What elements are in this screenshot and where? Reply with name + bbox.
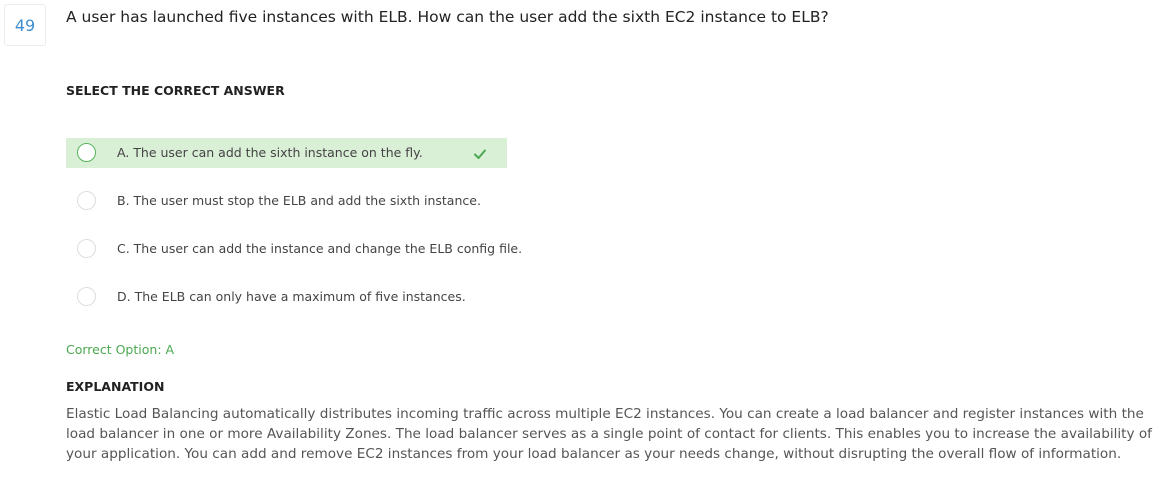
- answer-option-a[interactable]: A. The user can add the sixth instance o…: [66, 138, 507, 168]
- checkmark-icon: [474, 149, 486, 159]
- select-answer-heading: SELECT THE CORRECT ANSWER: [66, 83, 285, 98]
- answer-option-c-label: C. The user can add the instance and cha…: [117, 241, 523, 256]
- radio-circle-icon[interactable]: [77, 191, 96, 210]
- radio-circle-icon[interactable]: [77, 239, 96, 258]
- question-text: A user has launched five instances with …: [66, 8, 829, 26]
- question-number: 49: [4, 4, 46, 46]
- answer-option-d[interactable]: D. The ELB can only have a maximum of fi…: [66, 282, 507, 312]
- answer-option-c[interactable]: C. The user can add the instance and cha…: [66, 234, 522, 264]
- radio-circle-icon[interactable]: [77, 287, 96, 306]
- answer-option-b[interactable]: B. The user must stop the ELB and add th…: [66, 186, 507, 216]
- explanation-text: Elastic Load Balancing automatically dis…: [66, 406, 1152, 462]
- question-number-label: 49: [14, 15, 36, 35]
- answer-option-a-label: A. The user can add the sixth instance o…: [117, 145, 423, 160]
- explanation-heading: EXPLANATION: [66, 379, 165, 394]
- answer-option-d-label: D. The ELB can only have a maximum of fi…: [117, 289, 466, 304]
- radio-circle-icon[interactable]: [77, 143, 96, 162]
- correct-option-text: Correct Option: A: [66, 342, 175, 357]
- answer-option-b-label: B. The user must stop the ELB and add th…: [117, 193, 481, 208]
